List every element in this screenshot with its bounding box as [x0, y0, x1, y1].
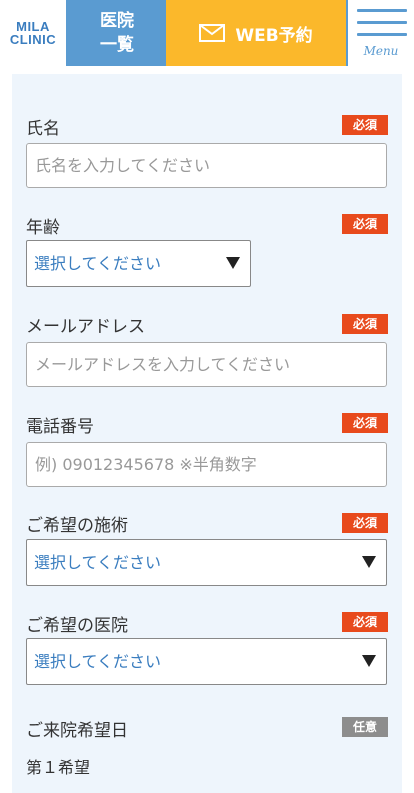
web-reserve-button[interactable]: WEB予約	[166, 0, 346, 66]
clinic-logo[interactable]: MILA CLINIC	[0, 0, 68, 66]
required-badge: 必須	[342, 612, 388, 632]
triangle-down-icon	[226, 257, 240, 269]
reservation-form: 氏名 必須 氏名を入力してください 年齢 必須 選択してください メールアドレス…	[12, 74, 402, 793]
phone-input[interactable]: 例) 09012345678 ※半角数字	[26, 442, 387, 487]
optional-badge: 任意	[342, 717, 388, 737]
clinic-list-label-line2: 一覧	[100, 35, 134, 55]
email-label: メールアドレス	[26, 317, 145, 337]
menu-button[interactable]: Menu	[346, 0, 414, 66]
required-badge: 必須	[342, 214, 388, 234]
logo-text-line2: CLINIC	[9, 32, 57, 47]
required-badge: 必須	[342, 115, 388, 135]
age-select-value: 選択してください	[34, 254, 162, 273]
treatment-select-value: 選択してください	[34, 553, 162, 572]
clinic-select[interactable]: 選択してください	[26, 638, 387, 685]
visit-date-label: ご来院希望日	[26, 721, 128, 741]
web-reserve-label: WEB予約	[235, 25, 313, 46]
phone-label: 電話番号	[26, 417, 94, 437]
menu-label: Menu	[363, 44, 399, 58]
site-header: MILA CLINIC 医院 一覧 WEB予約 Menu	[0, 0, 414, 66]
first-choice-label: 第１希望	[26, 758, 91, 777]
clinic-list-button[interactable]: 医院 一覧	[68, 0, 166, 66]
age-label: 年齢	[26, 218, 60, 238]
required-badge: 必須	[342, 413, 388, 433]
treatment-select[interactable]: 選択してください	[26, 539, 387, 586]
envelope-icon	[199, 24, 226, 42]
triangle-down-icon	[362, 556, 376, 568]
name-label: 氏名	[26, 119, 60, 139]
clinic-label: ご希望の医院	[26, 616, 128, 636]
triangle-down-icon	[362, 655, 376, 667]
clinic-list-label-line1: 医院	[100, 11, 134, 31]
treatment-label: ご希望の施術	[26, 516, 128, 536]
age-select[interactable]: 選択してください	[26, 240, 251, 287]
email-input[interactable]: メールアドレスを入力してください	[26, 342, 387, 387]
required-badge: 必須	[342, 513, 388, 533]
hamburger-icon-bar	[357, 33, 407, 36]
required-badge: 必須	[342, 314, 388, 334]
hamburger-icon	[357, 9, 407, 12]
clinic-select-value: 選択してください	[34, 652, 162, 671]
name-input[interactable]: 氏名を入力してください	[26, 143, 387, 188]
hamburger-icon-bar	[357, 21, 407, 24]
